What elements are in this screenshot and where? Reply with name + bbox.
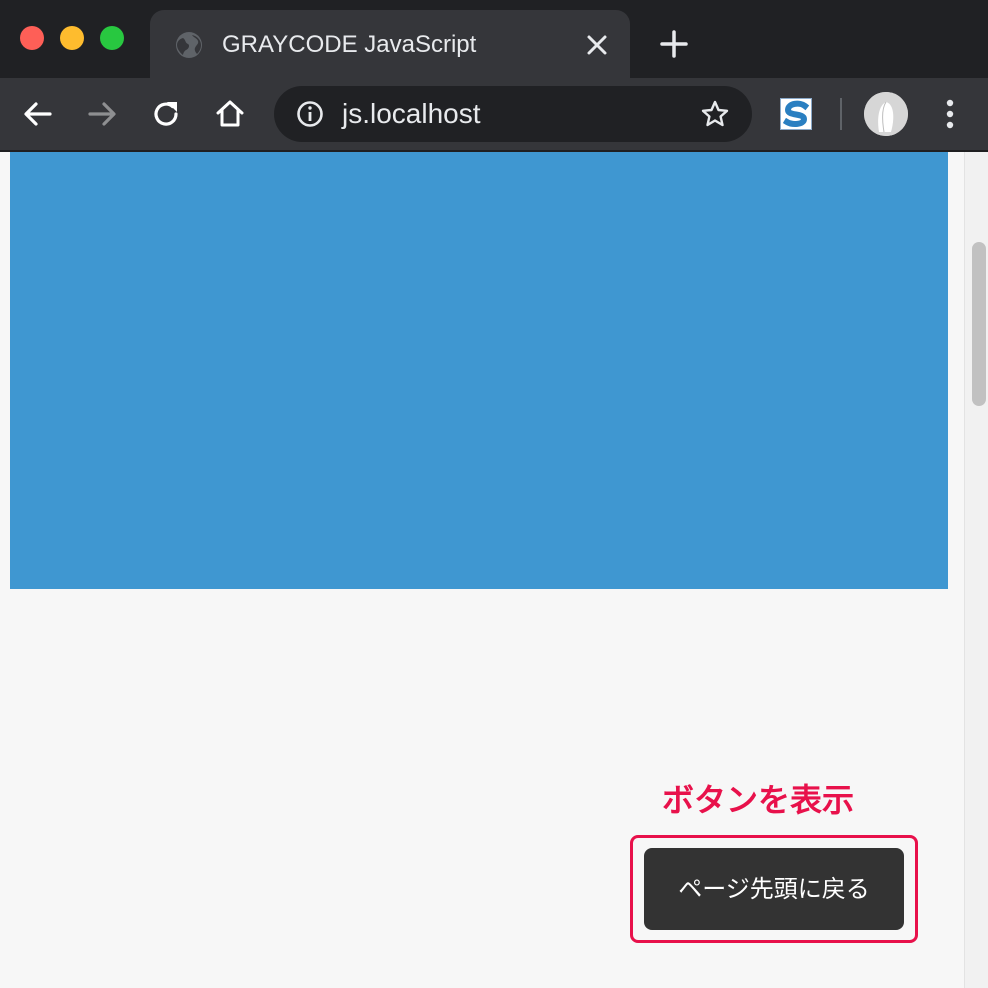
annotation-label: ボタンを表示 [662,781,855,819]
page-viewport: ボタンを表示 ページ先頭に戻る [0,152,964,988]
tab-strip: GRAYCODE JavaScript [0,0,988,78]
reload-icon[interactable] [148,96,184,132]
toolbar-divider [840,98,842,130]
url-text[interactable]: js.localhost [342,99,481,129]
window-zoom-button[interactable] [100,26,124,50]
home-icon[interactable] [212,96,248,132]
window-close-button[interactable] [20,26,44,50]
arrow-left-icon[interactable] [20,96,56,132]
blue-content-block [10,152,948,589]
scrollbar-thumb[interactable] [972,242,986,406]
vertical-scrollbar[interactable] [964,152,988,988]
browser-window: GRAYCODE JavaScript js.localhost ボタンを表示 … [0,0,988,988]
profile-avatar[interactable] [864,92,908,136]
back-to-top-button[interactable]: ページ先頭に戻る [644,848,904,930]
star-icon[interactable] [700,99,730,129]
kebab-menu-icon[interactable] [934,96,966,132]
s-logo-icon[interactable] [780,98,812,130]
browser-toolbar: js.localhost [0,78,988,152]
close-icon[interactable] [584,32,610,58]
globe-icon [176,32,202,58]
arrow-right-icon[interactable] [84,96,120,132]
info-icon[interactable] [296,100,324,128]
address-bar[interactable]: js.localhost [274,86,752,142]
window-minimize-button[interactable] [60,26,84,50]
new-tab-icon[interactable] [658,28,690,60]
tab-active[interactable]: GRAYCODE JavaScript [150,10,630,78]
tab-title: GRAYCODE JavaScript [222,31,477,58]
